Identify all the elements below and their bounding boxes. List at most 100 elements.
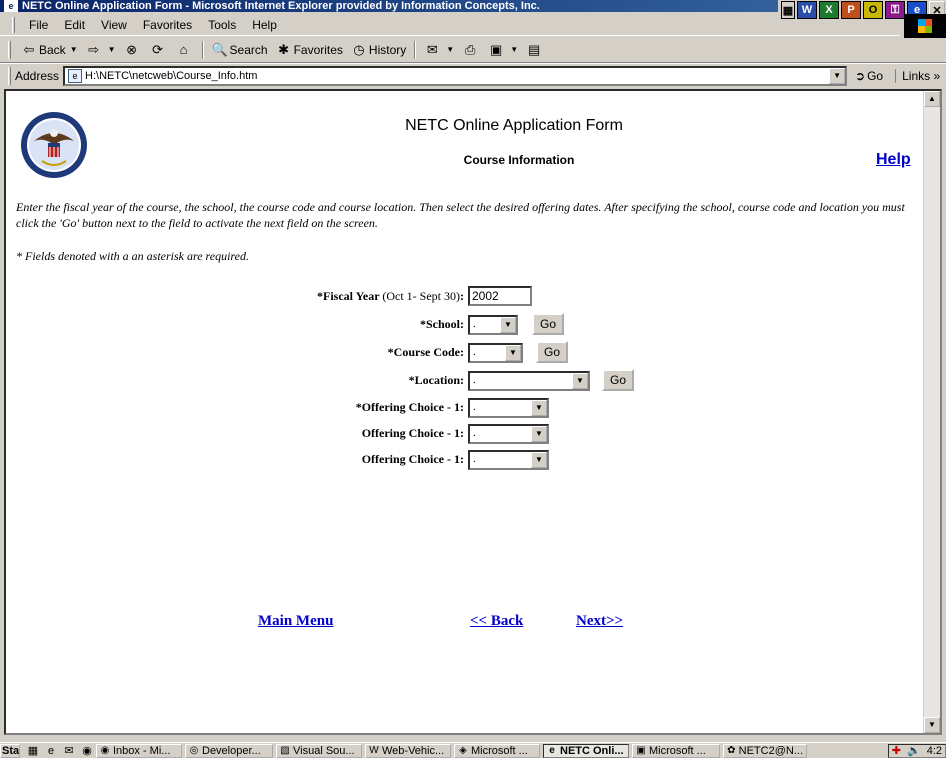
- menu-bar: File Edit View Favorites Tools Help: [0, 14, 900, 36]
- menu-file[interactable]: File: [21, 18, 56, 32]
- next-link[interactable]: Next>>: [576, 613, 623, 630]
- task-inbox[interactable]: ◉ Inbox - Mi...: [96, 743, 182, 758]
- outlook-quicklaunch-icon[interactable]: ✉: [61, 744, 77, 758]
- address-dropdown-icon[interactable]: ▼: [829, 67, 846, 84]
- main-menu-link[interactable]: Main Menu: [258, 613, 333, 630]
- school-dropdown-icon[interactable]: ▼: [500, 317, 516, 333]
- offering-choice-3-value: .: [473, 453, 476, 465]
- offering-choice-2-label: Offering Choice - 1:: [361, 426, 464, 440]
- task-visual-source[interactable]: ▧ Visual Sou...: [276, 743, 362, 758]
- address-bar: Address e H:\NETC\netcweb\Course_Info.ht…: [0, 63, 946, 87]
- task-microsoft-1[interactable]: ◈ Microsoft ...: [454, 743, 540, 758]
- go-arrow-icon: ➲: [855, 68, 866, 83]
- fiscal-year-label: *Fiscal Year (Oct 1- Sept 30):: [317, 289, 464, 304]
- address-input[interactable]: e H:\NETC\netcweb\Course_Info.htm ▼: [63, 65, 848, 86]
- menu-help[interactable]: Help: [244, 18, 285, 32]
- school-label: *School:: [419, 317, 464, 331]
- edit-button[interactable]: ▣ ▼: [484, 39, 522, 61]
- menu-edit[interactable]: Edit: [56, 18, 93, 32]
- offering-choice-3-dropdown-icon[interactable]: ▼: [531, 452, 547, 468]
- desktop-quicklaunch-icon[interactable]: ▦: [25, 744, 41, 758]
- address-grip[interactable]: [8, 66, 11, 85]
- offering-choice-2-value: .: [473, 427, 476, 439]
- window-title: NETC Online Application Form - Microsoft…: [22, 0, 540, 12]
- offering-choice-1-dropdown-icon[interactable]: ▼: [531, 400, 547, 416]
- tray-icon[interactable]: ✚: [892, 744, 901, 757]
- server-task-icon: ✿: [727, 744, 736, 756]
- task-label: NETC Onli...: [560, 744, 624, 757]
- discuss-button[interactable]: ▤: [522, 39, 548, 61]
- task-web-vehicle[interactable]: W Web-Vehic...: [365, 743, 451, 758]
- home-icon: ⌂: [179, 41, 188, 57]
- task-label: Microsoft ...: [649, 744, 706, 757]
- ie-icon: e: [4, 0, 18, 12]
- fiscal-year-input[interactable]: 2002: [468, 286, 532, 306]
- task-label: Developer...: [202, 744, 261, 757]
- back-link[interactable]: << Back: [470, 613, 523, 630]
- app-quicklaunch-icon[interactable]: ◉: [79, 744, 95, 758]
- print-button[interactable]: ⎙: [458, 39, 484, 61]
- offering-choice-1-select[interactable]: . ▼: [468, 398, 549, 418]
- location-go-button[interactable]: Go: [602, 369, 635, 391]
- scroll-down-icon[interactable]: ▼: [924, 717, 940, 733]
- instructions-text: Enter the fiscal year of the course, the…: [16, 200, 905, 230]
- toolbar-grip[interactable]: [8, 40, 11, 59]
- course-code-go-button[interactable]: Go: [536, 341, 569, 363]
- home-button[interactable]: ⌂: [172, 39, 198, 61]
- school-select[interactable]: . ▼: [468, 315, 518, 335]
- toolbar-separator: [201, 40, 204, 59]
- course-code-select[interactable]: . ▼: [468, 343, 523, 363]
- location-select[interactable]: . ▼: [468, 371, 590, 391]
- fiscal-year-label-text: *Fiscal Year: [317, 289, 380, 303]
- favorites-button[interactable]: ✱ Favorites: [272, 39, 347, 61]
- offering-choice-3-label: Offering Choice - 1:: [361, 452, 464, 466]
- menu-tools[interactable]: Tools: [200, 18, 244, 32]
- search-button[interactable]: 🔍 Search: [208, 39, 272, 61]
- printer-icon: ⎙: [464, 41, 476, 57]
- task-label: Web-Vehic...: [382, 744, 445, 757]
- task-netc2[interactable]: ✿ NETC2@N...: [723, 743, 807, 758]
- menu-favorites[interactable]: Favorites: [135, 18, 200, 32]
- edit-dropdown-icon[interactable]: ▼: [510, 45, 518, 54]
- task-netc-online[interactable]: e NETC Onli...: [543, 743, 629, 758]
- back-button[interactable]: ⇦ Back ▼: [17, 39, 82, 61]
- forward-button[interactable]: ⇨ ▼: [82, 39, 120, 61]
- mail-button[interactable]: ✉ ▼: [420, 39, 458, 61]
- address-url[interactable]: H:\NETC\netcweb\Course_Info.htm: [85, 70, 257, 82]
- stop-button[interactable]: ⊗: [120, 39, 146, 61]
- system-tray: ✚ 🔈 4:2: [887, 743, 946, 758]
- offering-choice-2-dropdown-icon[interactable]: ▼: [531, 426, 547, 442]
- favorites-star-icon: ✱: [278, 41, 290, 57]
- menu-view[interactable]: View: [93, 18, 135, 32]
- course-code-dropdown-icon[interactable]: ▼: [505, 345, 521, 361]
- task-developer[interactable]: ◎ Developer...: [185, 743, 273, 758]
- scroll-up-icon[interactable]: ▲: [924, 91, 940, 107]
- forward-dropdown-icon[interactable]: ▼: [108, 45, 116, 54]
- address-go-button[interactable]: ➲ Go: [855, 69, 883, 83]
- offering-choice-3-select[interactable]: . ▼: [468, 450, 549, 470]
- fiscal-year-hint: (Oct 1- Sept 30): [382, 289, 460, 303]
- outlook-task-icon: ◉: [100, 744, 110, 756]
- school-go-button[interactable]: Go: [532, 313, 565, 335]
- back-dropdown-icon[interactable]: ▼: [70, 45, 78, 54]
- speaker-icon[interactable]: 🔈: [907, 744, 921, 757]
- clock[interactable]: 4:2: [927, 745, 942, 757]
- refresh-button[interactable]: ⟳: [146, 39, 172, 61]
- history-button[interactable]: ◷ History: [347, 39, 410, 61]
- mail-dropdown-icon[interactable]: ▼: [446, 45, 454, 54]
- task-microsoft-2[interactable]: ▣ Microsoft ...: [632, 743, 720, 758]
- menu-grip[interactable]: [12, 16, 15, 33]
- task-label: Inbox - Mi...: [113, 744, 171, 757]
- taskbar: Start ▦ e ✉ ◉ ◉Inbox - Mi... ◎Developer.…: [0, 742, 946, 758]
- start-button[interactable]: Start: [0, 743, 20, 758]
- required-fields-note: * Fields denoted with a an asterisk are …: [16, 249, 249, 263]
- help-link[interactable]: Help: [876, 151, 911, 169]
- vertical-scrollbar[interactable]: ▲ ▼: [923, 91, 940, 733]
- links-button[interactable]: Links »: [895, 68, 940, 83]
- ie-quicklaunch-icon[interactable]: e: [43, 744, 59, 758]
- notepad-icon: ▤: [527, 41, 541, 57]
- location-dropdown-icon[interactable]: ▼: [572, 373, 588, 389]
- windows-logo-throbber: [904, 14, 946, 38]
- offering-choice-2-select[interactable]: . ▼: [468, 424, 549, 444]
- offering-choice-1-label: *Offering Choice - 1:: [355, 400, 464, 414]
